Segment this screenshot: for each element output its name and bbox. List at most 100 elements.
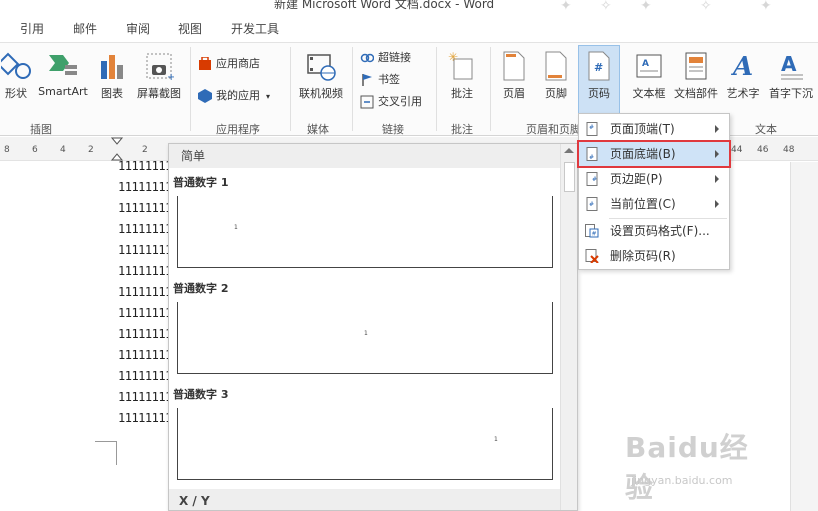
decor-star-icon: ✦ bbox=[560, 0, 572, 12]
menu-item-top-of-page[interactable]: # 页面顶端(T) bbox=[579, 117, 729, 141]
page-number-preview: 1 bbox=[234, 224, 238, 231]
submenu-arrow-icon bbox=[715, 125, 719, 133]
page-number-menu: # 页面顶端(T) # 页面底端(B) # 页边距(P) # 当前位置(C) #… bbox=[577, 113, 731, 270]
gallery-scrollbar[interactable] bbox=[560, 144, 577, 510]
textbox-button[interactable]: A 文本框 bbox=[628, 51, 670, 101]
gallery-item-plain-number-3[interactable]: 1 bbox=[177, 408, 553, 480]
smartart-button[interactable]: SmartArt bbox=[36, 51, 90, 98]
comment-button[interactable]: ✳ 批注 bbox=[440, 51, 484, 101]
video-icon bbox=[307, 54, 336, 81]
submenu-arrow-icon bbox=[715, 200, 719, 208]
page-number-icon: # bbox=[588, 51, 610, 81]
ruler-number: 2 bbox=[88, 145, 94, 155]
group-label-comments: 批注 bbox=[451, 123, 473, 136]
decor-star-icon: ✧ bbox=[700, 0, 712, 12]
svg-text:#: # bbox=[589, 201, 594, 208]
tab-mailings[interactable]: 邮件 bbox=[73, 20, 97, 37]
wordart-button[interactable]: A 艺术字 bbox=[724, 51, 762, 101]
footer-button[interactable]: 页脚 bbox=[538, 51, 574, 101]
document-line: 11111111 bbox=[118, 264, 172, 278]
margin-corner-mark bbox=[95, 441, 117, 465]
chart-label: 图表 bbox=[101, 87, 123, 100]
ruler-number: 2 bbox=[142, 145, 148, 155]
gallery-item-title: 普通数字 1 bbox=[173, 176, 229, 189]
menu-item-bottom-of-page[interactable]: # 页面底端(B) bbox=[577, 140, 731, 168]
bookmark-icon bbox=[362, 74, 372, 86]
header-button[interactable]: 页眉 bbox=[496, 51, 532, 101]
group-separator bbox=[352, 47, 353, 131]
decor-star-icon: ✦ bbox=[760, 0, 772, 12]
cross-reference-button[interactable]: 交叉引用 bbox=[360, 93, 422, 111]
document-line: 11111111 bbox=[118, 369, 172, 383]
shapes-button[interactable]: 形状 bbox=[0, 51, 32, 101]
hyperlink-button[interactable]: 超链接 bbox=[360, 49, 411, 67]
chart-button[interactable]: 图表 bbox=[96, 51, 128, 101]
shapes-label: 形状 bbox=[5, 87, 27, 100]
group-separator bbox=[190, 47, 191, 131]
page-number-preview: 1 bbox=[364, 330, 368, 337]
document-line: 11111111 bbox=[118, 201, 172, 215]
my-apps-button[interactable]: 我的应用 ▾ bbox=[198, 87, 270, 105]
menu-item-label: 删除页码(R) bbox=[610, 249, 676, 263]
document-line: 11111111 bbox=[118, 411, 172, 425]
group-label-media: 媒体 bbox=[307, 123, 329, 136]
svg-text:#: # bbox=[592, 176, 597, 183]
app-store-button[interactable]: 应用商店 bbox=[198, 55, 260, 73]
tab-view[interactable]: 视图 bbox=[178, 20, 202, 37]
svg-text:#: # bbox=[592, 231, 597, 238]
scroll-thumb[interactable] bbox=[564, 162, 575, 192]
dropdown-arrow-icon[interactable]: ▾ bbox=[266, 92, 270, 101]
page-number-gallery[interactable]: 简单 普通数字 1 1 普通数字 2 1 普通数字 3 1 X / Y bbox=[168, 143, 578, 511]
footer-icon bbox=[545, 51, 567, 81]
decor-star-icon: ✧ bbox=[600, 0, 612, 12]
menu-item-remove-page-numbers[interactable]: 删除页码(R) bbox=[579, 244, 729, 268]
footer-label: 页脚 bbox=[545, 87, 567, 100]
wordart-icon: A bbox=[730, 52, 753, 81]
gallery-item-plain-number-1[interactable]: 1 bbox=[177, 196, 553, 268]
dropcap-button[interactable]: A 首字下沉 bbox=[764, 51, 818, 101]
cross-reference-icon bbox=[360, 95, 374, 109]
link-icon bbox=[360, 53, 374, 63]
window-title: 新建 Microsoft Word 文档.docx - Word bbox=[274, 0, 495, 11]
comment-icon: ✳ bbox=[448, 51, 473, 80]
tab-developer[interactable]: 开发工具 bbox=[231, 20, 279, 37]
svg-text:A: A bbox=[781, 52, 797, 76]
submenu-arrow-icon bbox=[715, 175, 719, 183]
bookmark-button[interactable]: 书签 bbox=[360, 71, 400, 89]
page-top-icon: # bbox=[586, 122, 598, 136]
scroll-up-icon[interactable] bbox=[564, 148, 574, 153]
submenu-arrow-icon bbox=[715, 150, 719, 158]
screenshot-button[interactable]: + 屏幕截图 bbox=[133, 51, 185, 101]
svg-text:✳: ✳ bbox=[448, 51, 458, 64]
gallery-section-simple: 简单 bbox=[169, 144, 561, 168]
indent-marker-icon[interactable] bbox=[111, 137, 123, 161]
tab-references[interactable]: 引用 bbox=[20, 20, 44, 37]
menu-item-label: 页边距(P) bbox=[610, 172, 663, 186]
gallery-item-plain-number-2[interactable]: 1 bbox=[177, 302, 553, 374]
document-line: 11111111 bbox=[118, 159, 172, 173]
ruler-number: 8 bbox=[4, 145, 10, 155]
my-apps-icon bbox=[198, 89, 212, 103]
menu-item-page-margins[interactable]: # 页边距(P) bbox=[579, 167, 729, 191]
tab-review[interactable]: 审阅 bbox=[126, 20, 150, 37]
format-page-number-icon: # bbox=[585, 224, 599, 238]
quick-parts-label: 文档部件 bbox=[674, 87, 718, 100]
smartart-icon bbox=[49, 55, 77, 75]
bookmark-label: 书签 bbox=[378, 73, 400, 86]
page-bottom-icon: # bbox=[586, 147, 598, 161]
gallery-item-title: 普通数字 3 bbox=[173, 388, 229, 401]
svg-text:#: # bbox=[589, 124, 594, 131]
menu-item-current-position[interactable]: # 当前位置(C) bbox=[579, 192, 729, 216]
page-margin-icon: # bbox=[586, 172, 598, 186]
menu-item-format-page-numbers[interactable]: # 设置页码格式(F)... bbox=[579, 219, 729, 243]
online-video-label: 联机视频 bbox=[299, 87, 343, 100]
textbox-icon: A bbox=[636, 54, 662, 78]
hyperlink-label: 超链接 bbox=[378, 51, 411, 64]
page-number-preview: 1 bbox=[494, 436, 498, 443]
quick-parts-button[interactable]: 文档部件 bbox=[672, 51, 720, 101]
online-video-button[interactable]: 联机视频 bbox=[294, 51, 348, 101]
document-line: 11111111 bbox=[118, 348, 172, 362]
document-line: 11111111 bbox=[118, 306, 172, 320]
chart-icon bbox=[101, 55, 123, 79]
page-number-button[interactable]: # 页码 bbox=[578, 45, 620, 119]
